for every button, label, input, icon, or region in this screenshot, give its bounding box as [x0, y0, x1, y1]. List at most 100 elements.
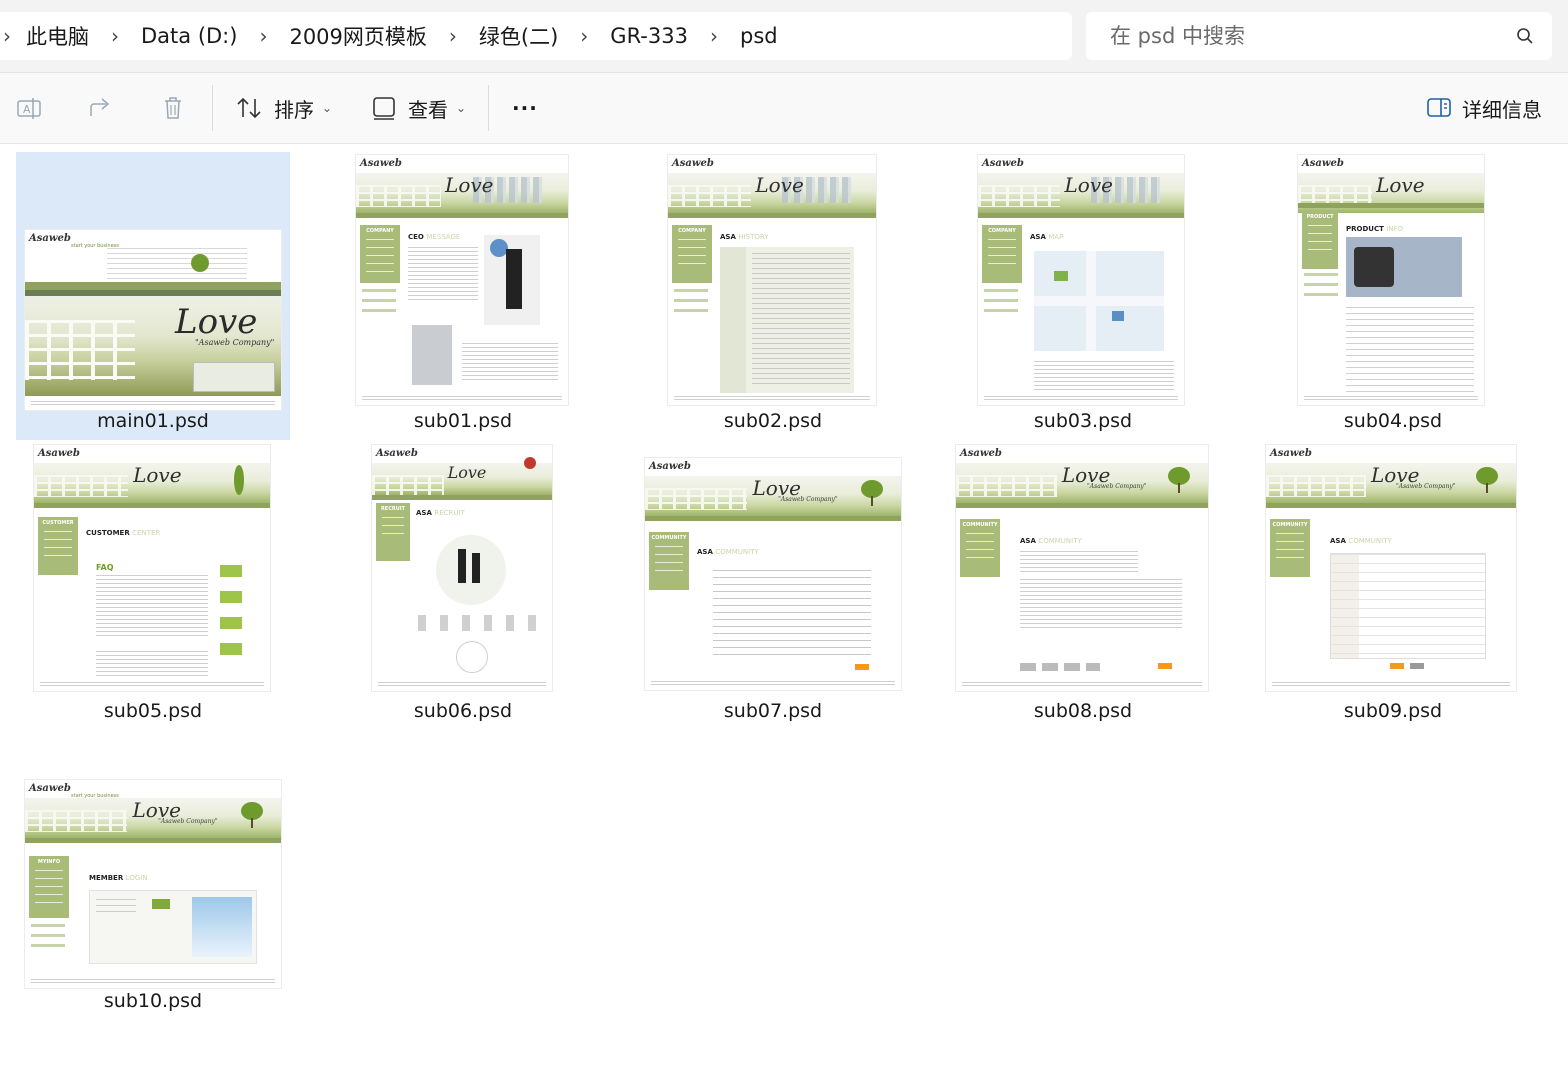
thumb-heading: CEO MESSAGE — [408, 233, 461, 241]
thumb-submit-button — [1390, 663, 1404, 669]
file-tile-sub10[interactable]: Asaweb start your business Love "Asaweb … — [16, 732, 290, 1020]
breadcrumb-item-this-pc[interactable]: 此电脑 — [14, 21, 101, 51]
thumb-side-title: COMPANY — [678, 228, 706, 234]
file-name: sub06.psd — [413, 700, 513, 722]
view-label: 查看 — [408, 97, 448, 122]
thumb-logo: Asaweb — [960, 448, 1002, 459]
thumb-fence — [645, 488, 748, 510]
thumb-text — [96, 575, 208, 639]
file-tile-sub07[interactable]: Asaweb Love "Asaweb Company" COMMUNITY A… — [636, 442, 910, 730]
share-icon[interactable] — [88, 95, 114, 121]
file-tile-sub06[interactable]: Asaweb Love RECRUIT ASA RECRUIT sub06.ps… — [326, 442, 600, 730]
view-button[interactable]: 查看 ⌄ — [372, 91, 466, 125]
chevron-right-icon[interactable]: › — [570, 24, 598, 48]
chevron-right-icon[interactable]: › — [700, 24, 728, 48]
sort-button[interactable]: 排序 ⌄ — [236, 91, 332, 125]
file-tile-sub04[interactable]: Asaweb Love PRODUCT PRODUCT INFO sub04.p… — [1256, 152, 1530, 440]
thumb-text — [1020, 551, 1138, 573]
file-tile-sub08[interactable]: Asaweb Love "Asaweb Company" COMMUNITY A… — [946, 442, 1220, 730]
thumb-people-image — [436, 535, 506, 605]
thumb-sidebar: CUSTOMER — [38, 517, 78, 575]
toolbar-divider — [488, 85, 489, 131]
thumb-logo: Asaweb — [376, 448, 418, 459]
search-input[interactable] — [1108, 23, 1492, 49]
thumb-footer — [674, 396, 870, 400]
file-name: sub07.psd — [723, 700, 823, 722]
thumb-side-title: RECRUIT — [380, 506, 406, 512]
thumb-footer — [378, 682, 546, 686]
thumb-menu — [668, 213, 876, 218]
thumb-sidebar: MYINFO — [29, 856, 69, 918]
thumb-menu — [25, 838, 281, 843]
chevron-right-icon[interactable]: › — [249, 24, 277, 48]
file-tile-sub01[interactable]: Asaweb Love COMPANY CEO MESSAGE sub01.ps… — [326, 152, 600, 440]
delete-icon[interactable] — [160, 95, 186, 121]
thumb-action-button — [1158, 663, 1172, 669]
breadcrumb-item-gr333[interactable]: GR-333 — [598, 24, 700, 48]
thumb-logo: Asaweb — [29, 233, 71, 244]
chevron-right-icon[interactable]: › — [439, 24, 467, 48]
thumb-love: Love — [755, 173, 804, 197]
thumb-menu — [645, 516, 901, 521]
toolbar-divider — [212, 85, 213, 131]
thumb-buttons — [1020, 663, 1100, 671]
file-thumbnail: Asaweb Love PRODUCT PRODUCT INFO — [1298, 155, 1484, 405]
thumb-text — [1034, 361, 1174, 391]
search-icon[interactable] — [1516, 27, 1534, 45]
search-box[interactable] — [1086, 12, 1552, 60]
thumb-side-title: COMMUNITY — [962, 522, 998, 528]
thumb-logo: Asaweb — [29, 783, 71, 794]
thumb-menu — [956, 503, 1208, 508]
thumb-sign — [524, 457, 536, 469]
view-icon — [373, 97, 395, 120]
thumb-tree — [234, 465, 244, 495]
file-thumbnail: Asaweb Love "Asaweb Company" COMMUNITY A… — [956, 445, 1208, 691]
file-tile-sub03[interactable]: Asaweb Love COMPANY ASA MAP sub03.psd — [946, 152, 1220, 440]
chevron-right-icon[interactable]: › — [0, 24, 14, 48]
breadcrumb[interactable]: › 此电脑 › Data (D:) › 2009网页模板 › 绿色(二) › G… — [0, 12, 1072, 60]
chevron-down-icon: ⌄ — [456, 101, 467, 115]
thumb-fence — [356, 185, 441, 207]
breadcrumb-item-green[interactable]: 绿色(二) — [467, 21, 570, 51]
thumb-fence — [1266, 475, 1366, 497]
file-thumbnail: Asaweb Love RECRUIT ASA RECRUIT — [372, 445, 552, 691]
thumb-fence — [668, 185, 752, 207]
more-options-button[interactable]: ··· — [512, 91, 538, 125]
thumb-footer — [1304, 396, 1478, 400]
thumb-love: Love — [447, 463, 487, 482]
thumb-text — [96, 651, 208, 677]
rename-icon[interactable]: A — [16, 95, 42, 121]
file-name: sub03.psd — [1033, 410, 1133, 432]
file-thumbnail: Asaweb start your business Love "Asaweb … — [25, 230, 281, 410]
details-pane-button[interactable]: 详细信息 — [1426, 91, 1542, 125]
thumb-love: Love — [175, 302, 258, 342]
file-thumbnail: Asaweb Love COMPANY ASA MAP — [978, 155, 1184, 405]
chevron-right-icon[interactable]: › — [101, 24, 129, 48]
file-tile-sub05[interactable]: Asaweb Love CUSTOMER CUSTOMER CENTER FAQ… — [16, 442, 290, 730]
thumb-login-box — [89, 890, 257, 964]
thumb-fence — [372, 475, 444, 497]
file-name: sub01.psd — [413, 410, 513, 432]
breadcrumb-item-psd[interactable]: psd — [728, 24, 790, 48]
breadcrumb-item-data-drive[interactable]: Data (D:) — [129, 24, 249, 48]
file-tile-sub02[interactable]: Asaweb Love COMPANY ASA HISTORY sub02.ps… — [636, 152, 910, 440]
thumb-heading: CUSTOMER CENTER — [86, 529, 161, 537]
thumb-logo: Asaweb — [672, 158, 714, 169]
thumb-cancel-button — [1410, 663, 1424, 669]
thumb-notice-box — [193, 362, 275, 392]
file-name: sub10.psd — [103, 990, 203, 1012]
thumb-heading: ASA COMMUNITY — [1020, 537, 1082, 545]
file-tile-main01[interactable]: Asaweb start your business Love "Asaweb … — [16, 152, 290, 440]
chevron-down-icon: ⌄ — [322, 101, 333, 115]
file-tile-sub09[interactable]: Asaweb Love "Asaweb Company" COMMUNITY A… — [1256, 442, 1530, 730]
file-name: sub09.psd — [1343, 700, 1443, 722]
thumb-text — [408, 247, 478, 303]
thumb-love: Love — [1376, 173, 1425, 197]
thumb-footer — [984, 396, 1178, 400]
thumb-sidebar: COMPANY — [982, 225, 1022, 283]
breadcrumb-item-templates[interactable]: 2009网页模板 — [277, 21, 438, 51]
thumb-sidebar: COMMUNITY — [649, 532, 689, 590]
thumb-menu — [978, 213, 1184, 218]
thumb-heading: ASA MAP — [1030, 233, 1064, 241]
thumb-menu — [356, 213, 568, 218]
